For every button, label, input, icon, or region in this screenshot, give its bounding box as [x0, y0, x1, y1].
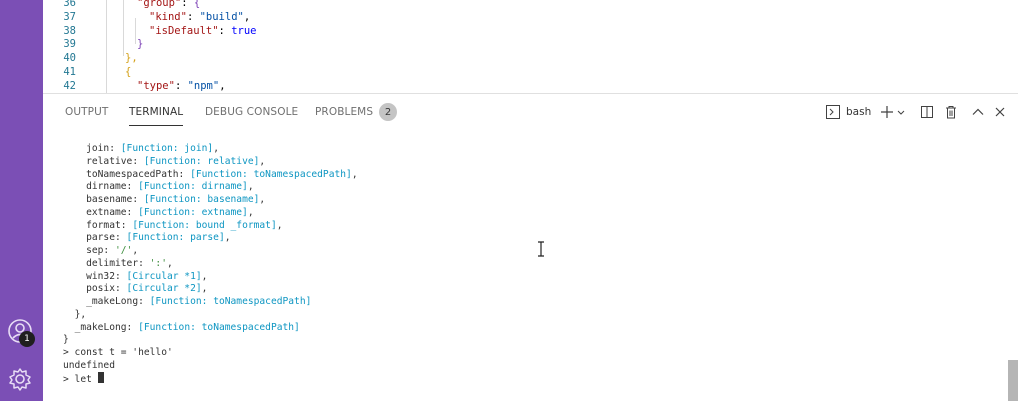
shell-label[interactable]: bash: [846, 106, 871, 118]
code-text: {: [125, 66, 132, 78]
code-text: "group": {: [137, 0, 201, 9]
terminal-line: },: [74, 308, 87, 320]
problems-count-badge: 2: [379, 103, 397, 121]
split-icon[interactable]: [919, 104, 935, 120]
terminal-line: format: [Function: bound _format],: [86, 219, 283, 231]
code-line: 36 "group": {: [43, 0, 1018, 10]
terminal-line: join: [Function: join],: [86, 143, 219, 154]
accounts-badge: 1: [19, 331, 35, 347]
trash-icon[interactable]: [943, 104, 959, 120]
gear-icon[interactable]: [5, 364, 35, 394]
code-text: "kind": "build",: [149, 10, 251, 23]
terminal-line: parse: [Function: parse],: [86, 232, 231, 244]
text-cursor-icon: [538, 241, 544, 257]
line-number: 37: [63, 10, 76, 23]
terminal-line: dirname: [Function: dirname],: [86, 181, 254, 193]
line-number: 40: [63, 52, 76, 65]
terminal-line: _makeLong: [Function: toNamespacedPath]: [74, 321, 300, 333]
terminal-cursor: [97, 371, 104, 383]
code-line: 37 "kind": "build",: [43, 10, 1018, 24]
tab-problems[interactable]: PROBLEMS: [315, 106, 373, 118]
tab-debug-console[interactable]: DEBUG CONSOLE: [205, 106, 298, 118]
code-line: 42 "type": "npm",: [43, 79, 1018, 93]
terminal-icon[interactable]: [825, 104, 841, 120]
terminal-line: undefined: [63, 359, 115, 371]
terminal-line: }: [63, 334, 69, 346]
line-number: 36: [63, 0, 76, 9]
terminal-line: win32: [Circular *1],: [86, 270, 208, 282]
terminal-line: delimiter: ':',: [86, 257, 173, 269]
chevron-down-icon[interactable]: [896, 104, 906, 120]
tab-output[interactable]: OUTPUT: [65, 106, 108, 118]
terminal-scrollbar-thumb[interactable]: [1008, 360, 1018, 401]
terminal-line: posix: [Circular *2],: [86, 283, 208, 295]
terminal-line: toNamespacedPath: [Function: toNamespace…: [86, 168, 358, 180]
line-number: 39: [63, 38, 76, 51]
terminal-line: relative: [Function: relative],: [86, 155, 266, 167]
active-tab-indicator: [129, 125, 183, 126]
plus-icon[interactable]: [879, 104, 895, 120]
line-number: 42: [63, 79, 76, 92]
code-editor[interactable]: 36 "group": { 37 "kind": "build", 38 "isDefau…: [43, 0, 1018, 94]
terminal-line: > let: [63, 371, 104, 386]
code-text: "type": "npm",: [137, 79, 226, 92]
activity-bar: 1: [0, 0, 43, 401]
close-icon[interactable]: [992, 104, 1008, 120]
line-number: 38: [63, 24, 76, 37]
code-line: 38 "isDefault": true: [43, 24, 1018, 38]
code-text: },: [125, 52, 138, 65]
panel-tab-bar: OUTPUT TERMINAL DEBUG CONSOLE PROBLEMS 2…: [43, 94, 1018, 130]
terminal-output[interactable]: join: [Function: join], relative: [Funct…: [43, 130, 1006, 401]
tab-terminal[interactable]: TERMINAL: [129, 106, 183, 118]
terminal-line: > const t = 'hello': [63, 347, 173, 358]
code-text: "isDefault": true: [149, 24, 257, 37]
code-line: 41 {: [43, 65, 1018, 79]
terminal-line: sep: '/',: [86, 245, 139, 256]
code-line: 40},: [43, 51, 1018, 65]
terminal-line: _makeLong: [Function: toNamespacedPath]: [86, 296, 312, 307]
code-text: }: [137, 38, 144, 51]
terminal-line: extname: [Function: extname],: [86, 206, 254, 218]
line-number: 41: [63, 66, 76, 78]
maximize-panel-icon[interactable]: [970, 104, 986, 120]
terminal-line: basename: [Function: basename],: [86, 194, 266, 205]
code-line: 39}: [43, 37, 1018, 51]
